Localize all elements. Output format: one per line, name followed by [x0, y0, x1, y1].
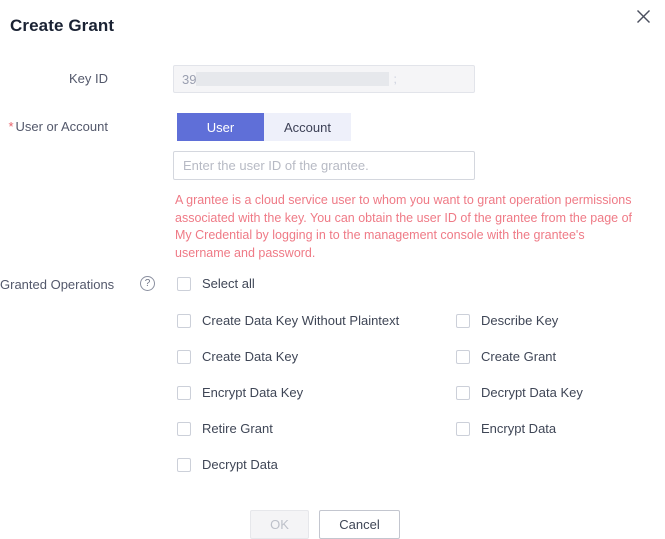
grantee-help-text: A grantee is a cloud service user to who…: [175, 193, 633, 260]
checkbox-retire-grant[interactable]: Retire Grant: [177, 421, 273, 437]
page-title: Create Grant: [10, 16, 115, 35]
checkbox-label: Retire Grant: [202, 421, 273, 436]
checkbox-label: Describe Key: [481, 313, 559, 328]
toggle-option-user[interactable]: User: [177, 113, 264, 141]
checkbox-box[interactable]: [177, 422, 191, 436]
checkbox-box[interactable]: [456, 386, 470, 400]
checkbox-box[interactable]: [456, 350, 470, 364]
checkbox-create-data-key-without-plaintext[interactable]: Create Data Key Without Plaintext: [177, 313, 399, 329]
checkbox-encrypt-data[interactable]: Encrypt Data: [456, 421, 556, 437]
key-id-value-prefix: 39: [182, 71, 197, 87]
checkbox-box[interactable]: [177, 277, 191, 291]
close-button[interactable]: [632, 5, 654, 27]
checkbox-describe-key[interactable]: Describe Key: [456, 313, 558, 329]
checkbox-create-data-key[interactable]: Create Data Key: [177, 349, 298, 365]
checkbox-label: Decrypt Data Key: [481, 385, 583, 400]
checkbox-label: Encrypt Data Key: [202, 385, 304, 400]
checkbox-label: Create Data Key: [202, 349, 299, 364]
ok-button[interactable]: OK: [250, 510, 309, 539]
help-icon[interactable]: ?: [140, 276, 155, 291]
grantee-id-input[interactable]: [173, 151, 475, 180]
checkbox-decrypt-data[interactable]: Decrypt Data: [177, 457, 278, 473]
checkbox-label: Encrypt Data: [481, 421, 557, 436]
checkbox-create-grant[interactable]: Create Grant: [456, 349, 556, 365]
checkbox-label: Select all: [202, 276, 255, 291]
close-icon: [636, 9, 651, 24]
required-asterisk: *: [8, 119, 14, 134]
key-id-value-suffix: ;: [393, 72, 397, 86]
user-or-account-label: * User or Account: [0, 118, 108, 136]
checkbox-label: Decrypt Data: [202, 457, 278, 472]
user-or-account-label-text: User or Account: [15, 119, 109, 134]
checkbox-decrypt-data-key[interactable]: Decrypt Data Key: [456, 385, 583, 401]
checkbox-box[interactable]: [456, 422, 470, 436]
checkbox-encrypt-data-key[interactable]: Encrypt Data Key: [177, 385, 303, 401]
checkbox-box[interactable]: [456, 314, 470, 328]
checkbox-label: Create Grant: [481, 349, 557, 364]
key-id-label: Key ID: [68, 71, 108, 86]
key-id-redaction: [196, 72, 390, 86]
user-or-account-toggle[interactable]: User Account: [177, 113, 351, 141]
checkbox-box[interactable]: [177, 458, 191, 472]
checkbox-label: Create Data Key Without Plaintext: [202, 313, 400, 328]
key-id-field: 39 ;: [173, 65, 475, 93]
checkbox-select-all[interactable]: Select all: [177, 276, 255, 292]
checkbox-box[interactable]: [177, 350, 191, 364]
checkbox-box[interactable]: [177, 386, 191, 400]
toggle-option-account[interactable]: Account: [264, 113, 351, 141]
checkbox-box[interactable]: [177, 314, 191, 328]
cancel-button[interactable]: Cancel: [319, 510, 400, 539]
granted-operations-label: Granted Operations: [0, 277, 115, 292]
